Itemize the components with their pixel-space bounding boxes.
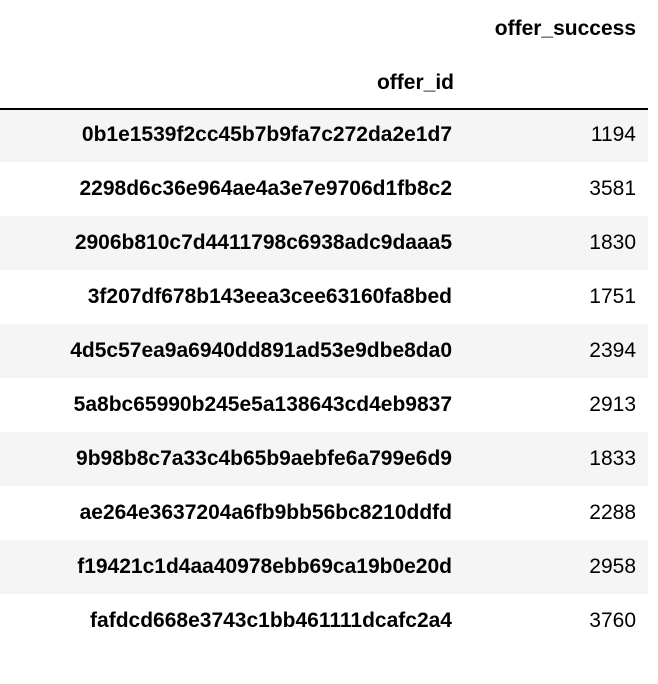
table-body: 0b1e1539f2cc45b7b9fa7c272da2e1d7 1194 22… [0, 108, 648, 648]
offer-success-cell: 2288 [466, 486, 648, 540]
table-row: 4d5c57ea9a6940dd891ad53e9dbe8da0 2394 [0, 324, 648, 378]
dataframe-output: offer_success offer_id 0b1e1539f2cc45b7b… [0, 0, 648, 648]
table-header: offer_success offer_id [0, 0, 648, 108]
index-name-spacer [466, 58, 648, 108]
row-index-cell: 3f207df678b143eea3cee63160fa8bed [0, 270, 466, 324]
row-index-cell: 4d5c57ea9a6940dd891ad53e9dbe8da0 [0, 324, 466, 378]
row-index-cell: fafdcd668e3743c1bb461111dcafc2a4 [0, 594, 466, 648]
row-index-cell: ae264e3637204a6fb9bb56bc8210ddfd [0, 486, 466, 540]
offer-success-cell: 2958 [466, 540, 648, 594]
offer-success-cell: 1194 [466, 108, 648, 162]
offer-success-cell: 2394 [466, 324, 648, 378]
offer-success-cell: 1830 [466, 216, 648, 270]
table-row: 5a8bc65990b245e5a138643cd4eb9837 2913 [0, 378, 648, 432]
offer-success-cell: 1833 [466, 432, 648, 486]
column-header-offer-success: offer_success [494, 17, 636, 40]
column-header-row: offer_success [0, 0, 648, 58]
header-divider [0, 108, 648, 110]
table-row: ae264e3637204a6fb9bb56bc8210ddfd 2288 [0, 486, 648, 540]
row-index-cell: 0b1e1539f2cc45b7b9fa7c272da2e1d7 [0, 108, 466, 162]
offer-success-cell: 2913 [466, 378, 648, 432]
table-row: 9b98b8c7a33c4b65b9aebfe6a799e6d9 1833 [0, 432, 648, 486]
index-name-offer-id: offer_id [376, 71, 454, 94]
index-header-spacer [0, 0, 466, 58]
table-row: 3f207df678b143eea3cee63160fa8bed 1751 [0, 270, 648, 324]
offer-success-cell: 3760 [466, 594, 648, 648]
table-row: 2298d6c36e964ae4a3e7e9706d1fb8c2 3581 [0, 162, 648, 216]
table-row: 0b1e1539f2cc45b7b9fa7c272da2e1d7 1194 [0, 108, 648, 162]
row-index-cell: 2298d6c36e964ae4a3e7e9706d1fb8c2 [0, 162, 466, 216]
table-row: f19421c1d4aa40978ebb69ca19b0e20d 2958 [0, 540, 648, 594]
offer-success-cell: 3581 [466, 162, 648, 216]
row-index-cell: 5a8bc65990b245e5a138643cd4eb9837 [0, 378, 466, 432]
table-row: fafdcd668e3743c1bb461111dcafc2a4 3760 [0, 594, 648, 648]
row-index-cell: 9b98b8c7a33c4b65b9aebfe6a799e6d9 [0, 432, 466, 486]
row-index-cell: f19421c1d4aa40978ebb69ca19b0e20d [0, 540, 466, 594]
dataframe-table: offer_success offer_id 0b1e1539f2cc45b7b… [0, 0, 648, 648]
offer-success-cell: 1751 [466, 270, 648, 324]
row-index-cell: 2906b810c7d4411798c6938adc9daaa5 [0, 216, 466, 270]
index-name-row: offer_id [0, 58, 648, 108]
table-row: 2906b810c7d4411798c6938adc9daaa5 1830 [0, 216, 648, 270]
